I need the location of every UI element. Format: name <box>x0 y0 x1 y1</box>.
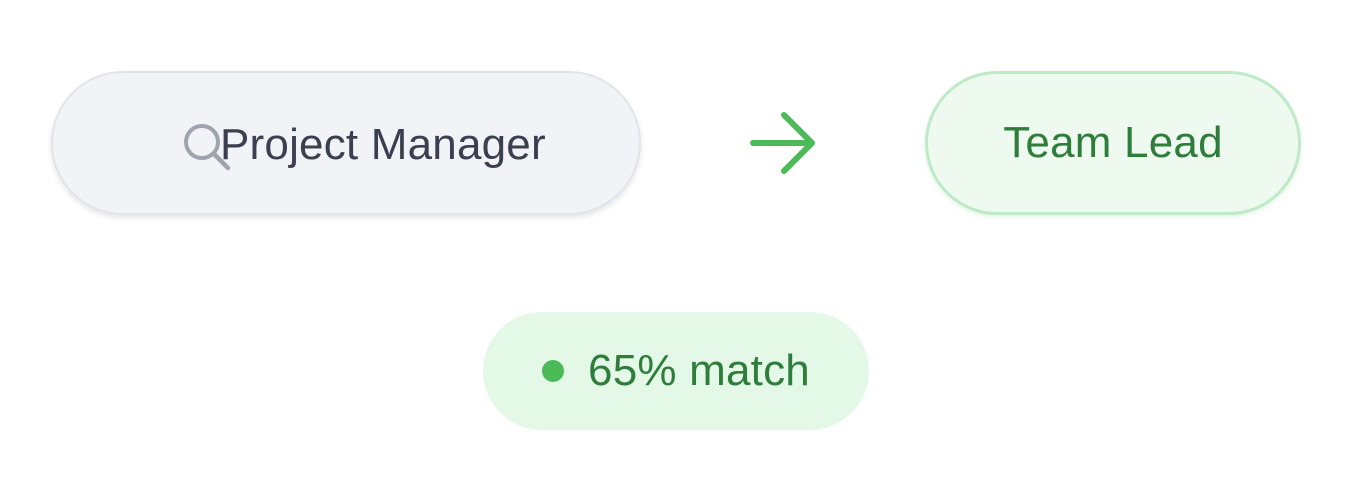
role-match-card: Project Manager Team Lead 65% match <box>0 0 1362 494</box>
target-role-pill[interactable]: Team Lead <box>925 71 1301 215</box>
match-score-label: 65% match <box>588 346 810 395</box>
match-score-badge: 65% match <box>483 312 869 430</box>
status-dot-icon <box>542 360 565 382</box>
current-role-text: Project Manager <box>220 120 546 169</box>
target-role-label: Team Lead <box>1003 118 1223 167</box>
current-role-search-field[interactable]: Project Manager <box>51 71 641 215</box>
arrow-right-icon <box>750 112 815 174</box>
